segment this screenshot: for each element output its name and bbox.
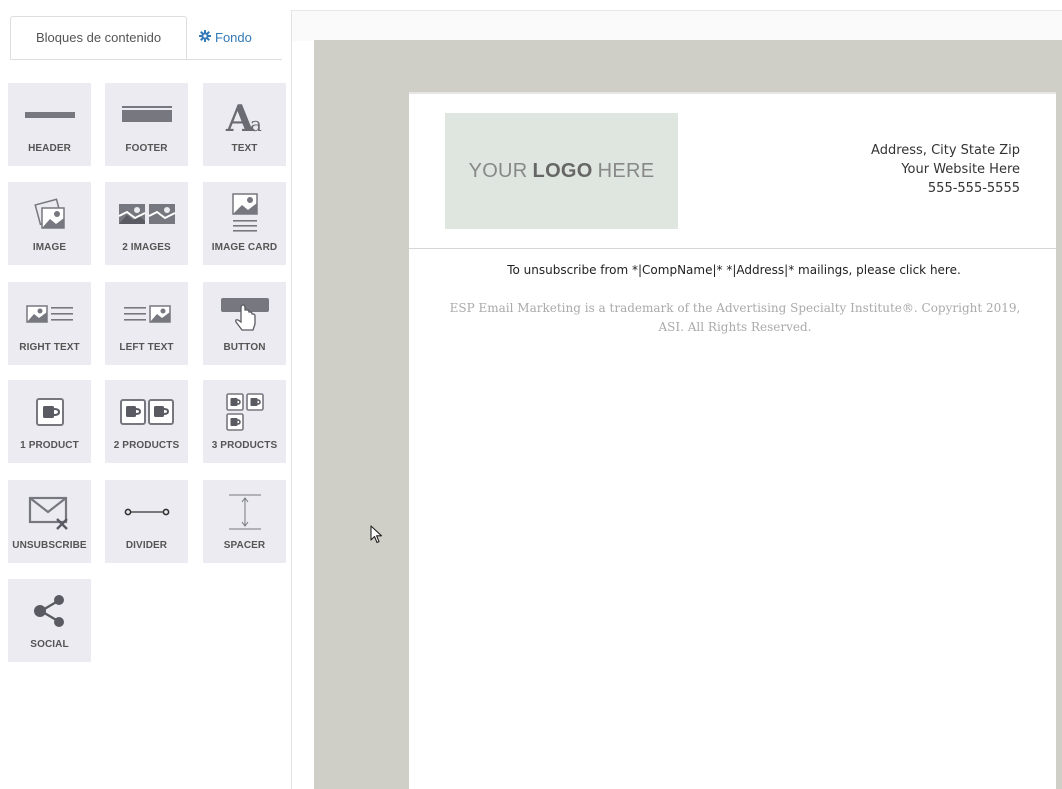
block-image-card[interactable]: IMAGE CARD bbox=[203, 182, 286, 265]
address-line: Address, City State Zip bbox=[871, 143, 1020, 158]
block-label: 1 PRODUCT bbox=[20, 440, 79, 451]
block-label: TEXT bbox=[231, 143, 258, 154]
block-left-text[interactable]: LEFT TEXT bbox=[105, 282, 188, 365]
block-label: IMAGE bbox=[32, 242, 67, 253]
block-unsubscribe[interactable]: UNSUBSCRIBE bbox=[8, 480, 91, 563]
copyright-text: ESP Email Marketing is a trademark of th… bbox=[420, 299, 1050, 337]
text-icon: Aa bbox=[203, 93, 286, 137]
block-label: DIVIDER bbox=[125, 540, 168, 551]
image-icon bbox=[8, 192, 91, 236]
copyright-line: ESP Email Marketing is a trademark of th… bbox=[449, 301, 1021, 315]
logo-placeholder[interactable]: YOUR LOGO HERE bbox=[445, 113, 678, 229]
block-divider[interactable]: DIVIDER bbox=[105, 480, 188, 563]
header-icon bbox=[8, 93, 91, 137]
block-right-text[interactable]: RIGHT TEXT bbox=[8, 282, 91, 365]
tabs-underline bbox=[10, 59, 282, 60]
block-label: 3 PRODUCTS bbox=[211, 440, 278, 451]
block-spacer[interactable]: SPACER bbox=[203, 480, 286, 563]
unsubscribe-text[interactable]: To unsubscribe from *|CompName|* *|Addre… bbox=[409, 263, 1059, 277]
one-product-icon bbox=[8, 390, 91, 434]
canvas-toolbar bbox=[292, 10, 1062, 41]
unsubscribe-icon bbox=[8, 490, 91, 534]
phone-line: 555-555-5555 bbox=[927, 181, 1020, 196]
tab-content-blocks-label: Bloques de contenido bbox=[36, 30, 162, 45]
block-label: HEADER bbox=[28, 143, 71, 154]
tab-background[interactable]: Fondo bbox=[190, 16, 270, 59]
three-products-icon bbox=[203, 390, 286, 434]
logo-text-post: HERE bbox=[597, 159, 655, 182]
block-two-images[interactable]: 2 IMAGES bbox=[105, 182, 188, 265]
image-card-icon bbox=[203, 192, 286, 236]
two-images-icon bbox=[105, 192, 188, 236]
header-separator bbox=[409, 248, 1056, 249]
gear-icon bbox=[199, 30, 211, 45]
block-three-products[interactable]: 3 PRODUCTS bbox=[203, 380, 286, 463]
two-products-icon bbox=[105, 390, 188, 434]
block-label: BUTTON bbox=[223, 342, 266, 353]
logo-text-pre: YOUR bbox=[468, 159, 528, 182]
button-icon bbox=[203, 292, 286, 336]
sidebar-divider bbox=[291, 10, 292, 789]
logo-text-bold: LOGO bbox=[532, 159, 593, 182]
block-image[interactable]: IMAGE bbox=[8, 182, 91, 265]
block-label: SPACER bbox=[223, 540, 266, 551]
footer-icon bbox=[105, 93, 188, 137]
share-icon bbox=[8, 589, 91, 633]
block-label: 2 IMAGES bbox=[122, 242, 171, 253]
block-button[interactable]: BUTTON bbox=[203, 282, 286, 365]
divider-icon bbox=[105, 490, 188, 534]
block-label: IMAGE CARD bbox=[211, 242, 278, 253]
block-label: RIGHT TEXT bbox=[19, 342, 80, 353]
header-address-block[interactable]: Address, City State Zip Your Website Her… bbox=[871, 141, 1020, 198]
email-top-border bbox=[409, 92, 1056, 94]
copyright-line: ASI. All Rights Reserved. bbox=[658, 320, 812, 334]
block-label: SOCIAL bbox=[30, 639, 69, 650]
mouse-cursor-icon bbox=[370, 525, 384, 550]
block-text[interactable]: Aa TEXT bbox=[203, 83, 286, 166]
svg-text:a: a bbox=[250, 112, 262, 135]
website-line: Your Website Here bbox=[901, 162, 1020, 177]
block-social[interactable]: SOCIAL bbox=[8, 579, 91, 662]
block-header[interactable]: HEADER bbox=[8, 83, 91, 166]
block-label: FOOTER bbox=[125, 143, 168, 154]
palette-tabs: Bloques de contenido Fondo bbox=[0, 0, 282, 60]
right-text-icon bbox=[8, 292, 91, 336]
block-one-product[interactable]: 1 PRODUCT bbox=[8, 380, 91, 463]
spacer-icon bbox=[203, 490, 286, 534]
block-label: UNSUBSCRIBE bbox=[12, 540, 87, 551]
block-label: 2 PRODUCTS bbox=[113, 440, 180, 451]
block-footer[interactable]: FOOTER bbox=[105, 83, 188, 166]
tab-content-blocks[interactable]: Bloques de contenido bbox=[10, 16, 187, 59]
grid-icon bbox=[20, 32, 32, 44]
left-text-icon bbox=[105, 292, 188, 336]
block-label: LEFT TEXT bbox=[119, 342, 174, 353]
tab-background-label: Fondo bbox=[215, 30, 252, 45]
block-two-products[interactable]: 2 PRODUCTS bbox=[105, 380, 188, 463]
